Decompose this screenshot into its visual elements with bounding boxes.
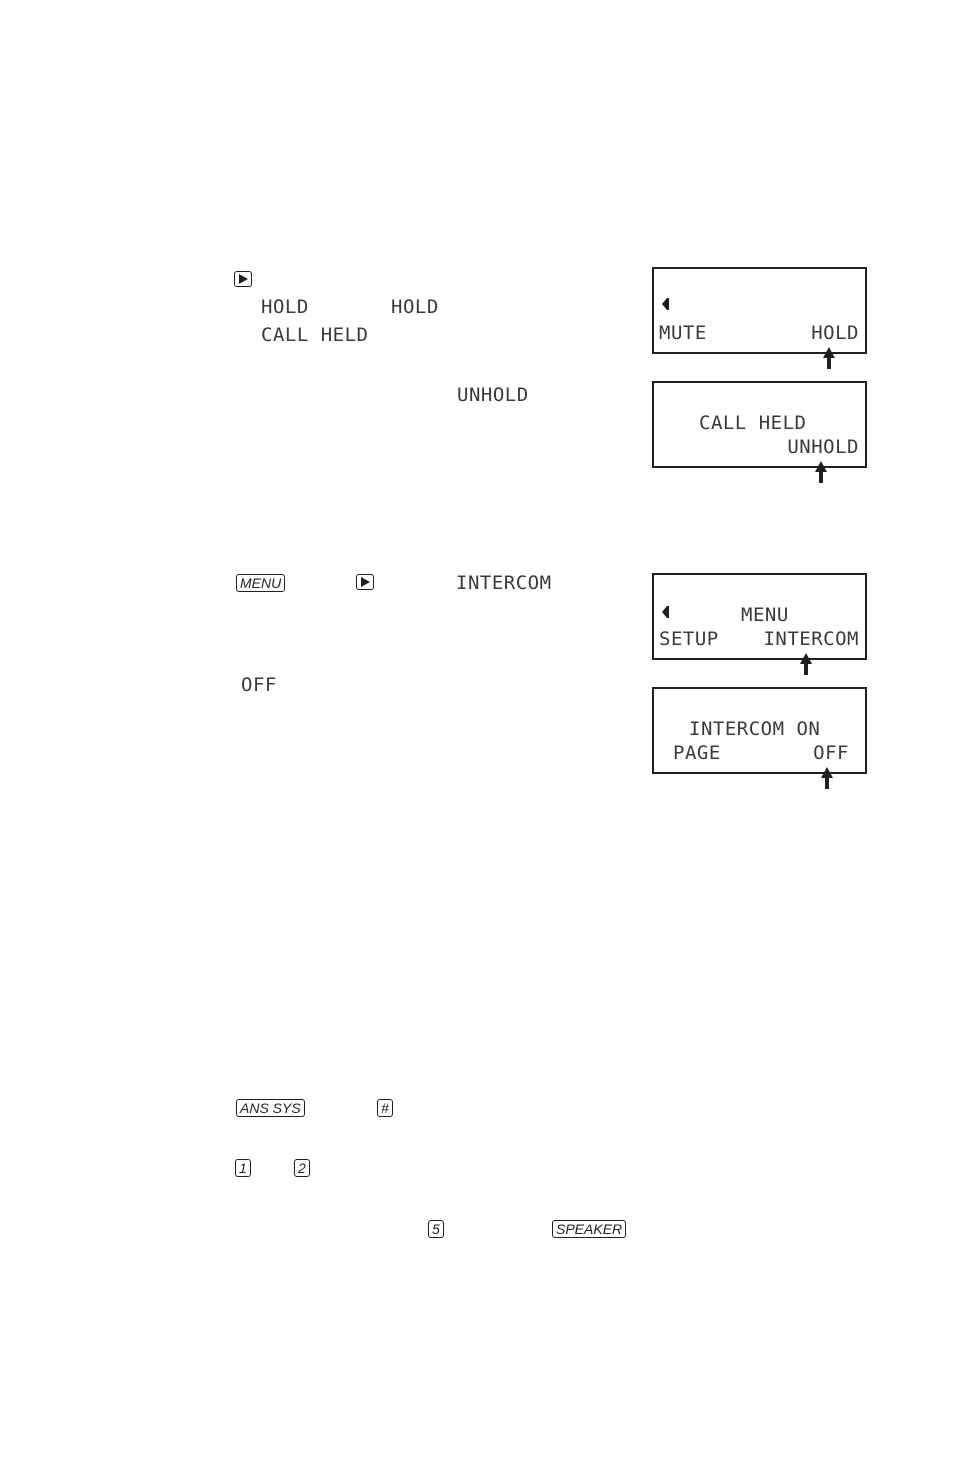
softkey-off: OFF bbox=[813, 742, 849, 764]
pointer-arrow-icon bbox=[821, 767, 833, 789]
inline-lcd-hold: HOLD bbox=[261, 296, 309, 318]
softkey-setup: SETUP bbox=[659, 628, 719, 650]
hash-key: # bbox=[377, 1099, 393, 1117]
pointer-arrow-icon bbox=[815, 461, 827, 483]
softkey-hold: HOLD bbox=[811, 322, 859, 344]
key-1: 1 bbox=[235, 1159, 251, 1177]
speaker-key: SPEAKER bbox=[552, 1220, 627, 1238]
inline-lcd-off: OFF bbox=[241, 674, 277, 696]
back-arrow-icon bbox=[662, 298, 669, 310]
key-2: 2 bbox=[294, 1159, 310, 1177]
play-key-icon bbox=[234, 271, 252, 287]
softkey-page: PAGE bbox=[673, 742, 721, 764]
menu-key: MENU bbox=[236, 574, 286, 592]
lcd-screen-mute-hold: MUTE HOLD bbox=[652, 267, 867, 354]
lcd-screen-call-held: CALL HELD UNHOLD bbox=[652, 381, 867, 468]
lcd-screen-menu: MENU SETUP INTERCOM bbox=[652, 573, 867, 660]
softkey-unhold: UNHOLD bbox=[787, 436, 859, 458]
pointer-arrow-icon bbox=[823, 347, 835, 369]
lcd-intercom-on: INTERCOM ON bbox=[689, 718, 821, 740]
inline-lcd-intercom: INTERCOM bbox=[456, 572, 552, 594]
inline-lcd-unhold: UNHOLD bbox=[457, 384, 529, 406]
lcd-menu-title: MENU bbox=[741, 604, 789, 626]
pointer-arrow-icon bbox=[800, 653, 812, 675]
ans-sys-key: ANS SYS bbox=[236, 1099, 305, 1117]
inline-lcd-call-held: CALL HELD bbox=[261, 324, 369, 346]
inline-lcd-hold-2: HOLD bbox=[391, 296, 439, 318]
lcd-screen-intercom-on: INTERCOM ON PAGE OFF bbox=[652, 687, 867, 774]
softkey-intercom: INTERCOM bbox=[763, 628, 859, 650]
play-key-icon bbox=[356, 574, 374, 590]
lcd-call-held: CALL HELD bbox=[699, 412, 807, 434]
softkey-mute: MUTE bbox=[659, 322, 707, 344]
key-5: 5 bbox=[428, 1220, 444, 1238]
back-arrow-icon bbox=[662, 606, 669, 618]
